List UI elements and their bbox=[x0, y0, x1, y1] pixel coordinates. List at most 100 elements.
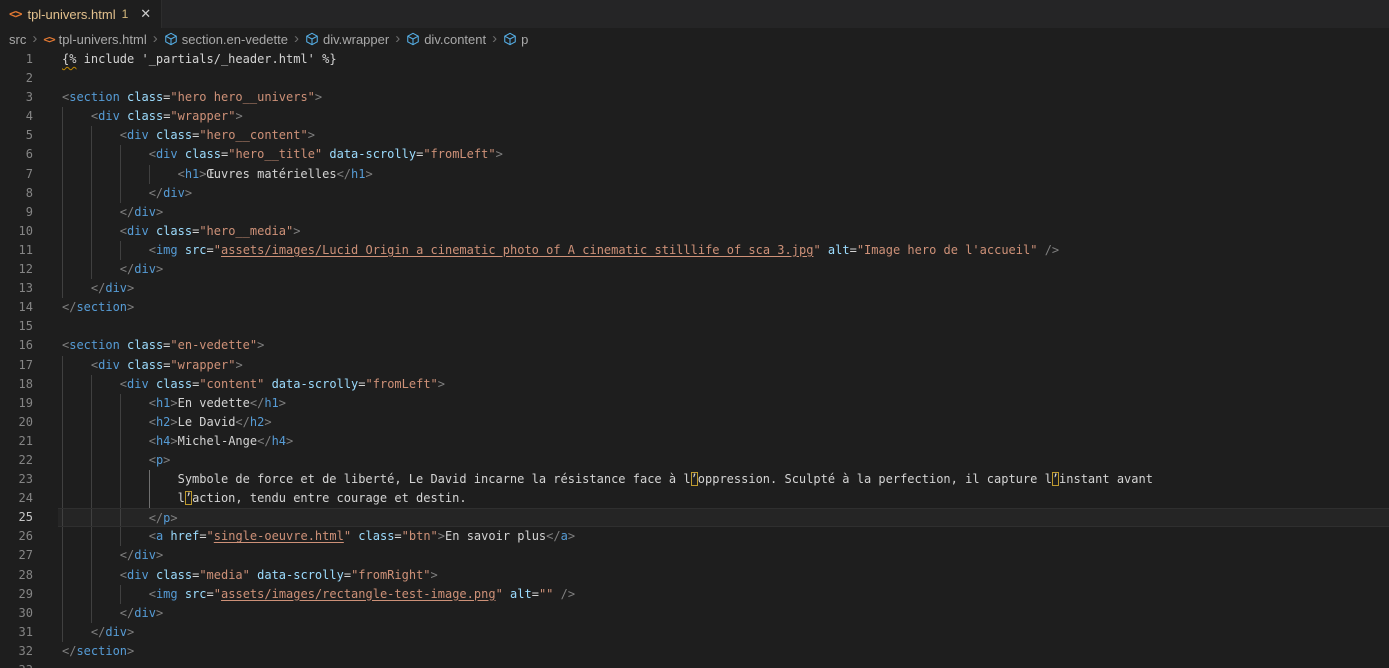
breadcrumb-item-tpl-univers-html[interactable]: <>tpl-univers.html bbox=[43, 32, 146, 47]
line-number[interactable]: 22 bbox=[0, 451, 33, 470]
line-content[interactable]: <h1>Œuvres matérielles</h1> bbox=[58, 165, 1389, 184]
line-content[interactable]: </p> bbox=[58, 508, 1389, 527]
line-number[interactable]: 1 bbox=[0, 50, 33, 69]
line-content[interactable]: <div class="wrapper"> bbox=[58, 356, 1389, 375]
line-content[interactable]: <a href="single-oeuvre.html" class="btn"… bbox=[58, 527, 1389, 546]
code-line-5[interactable]: 5 <div class="hero__content"> bbox=[0, 126, 1389, 145]
line-number[interactable]: 29 bbox=[0, 585, 33, 604]
line-number[interactable]: 8 bbox=[0, 184, 33, 203]
line-number[interactable]: 5 bbox=[0, 126, 33, 145]
code-line-21[interactable]: 21 <h4>Michel-Ange</h4> bbox=[0, 432, 1389, 451]
line-content[interactable]: </div> bbox=[58, 604, 1389, 623]
line-number[interactable]: 24 bbox=[0, 489, 33, 508]
code-line-27[interactable]: 27 </div> bbox=[0, 546, 1389, 565]
code-line-1[interactable]: 1 {% include '_partials/_header.html' %} bbox=[0, 50, 1389, 69]
breadcrumb-item-section-en-vedette[interactable]: section.en-vedette bbox=[164, 32, 288, 47]
line-number[interactable]: 26 bbox=[0, 527, 33, 546]
line-content[interactable]: <div class="hero__content"> bbox=[58, 126, 1389, 145]
line-number[interactable]: 18 bbox=[0, 375, 33, 394]
code-line-30[interactable]: 30 </div> bbox=[0, 604, 1389, 623]
line-content[interactable]: </div> bbox=[58, 623, 1389, 642]
line-number[interactable]: 17 bbox=[0, 356, 33, 375]
code-editor[interactable]: 1 {% include '_partials/_header.html' %} 2… bbox=[0, 50, 1389, 668]
code-line-26[interactable]: 26 <a href="single-oeuvre.html" class="b… bbox=[0, 527, 1389, 546]
line-content[interactable]: <h1>En vedette</h1> bbox=[58, 394, 1389, 413]
line-content[interactable]: <div class="content" data-scrolly="fromL… bbox=[58, 375, 1389, 394]
line-number[interactable]: 19 bbox=[0, 394, 33, 413]
code-line-31[interactable]: 31 </div> bbox=[0, 623, 1389, 642]
breadcrumb-item-p[interactable]: p bbox=[503, 32, 528, 47]
code-line-17[interactable]: 17 <div class="wrapper"> bbox=[0, 356, 1389, 375]
line-content[interactable]: </div> bbox=[58, 546, 1389, 565]
line-number[interactable]: 12 bbox=[0, 260, 33, 279]
breadcrumb-item-src[interactable]: src bbox=[9, 32, 26, 47]
line-number[interactable]: 13 bbox=[0, 279, 33, 298]
line-number[interactable]: 4 bbox=[0, 107, 33, 126]
line-content[interactable]: <img src="assets/images/rectangle-test-i… bbox=[58, 585, 1389, 604]
line-number[interactable]: 14 bbox=[0, 298, 33, 317]
line-number[interactable]: 32 bbox=[0, 642, 33, 661]
line-content[interactable]: <img src="assets/images/Lucid_Origin_a_c… bbox=[58, 241, 1389, 260]
close-icon[interactable]: ✕ bbox=[140, 6, 151, 22]
line-number[interactable]: 9 bbox=[0, 203, 33, 222]
line-number[interactable]: 11 bbox=[0, 241, 33, 260]
line-number[interactable]: 25 bbox=[0, 508, 33, 527]
line-content[interactable]: </section> bbox=[58, 642, 1389, 661]
code-line-4[interactable]: 4 <div class="wrapper"> bbox=[0, 107, 1389, 126]
code-line-11[interactable]: 11 <img src="assets/images/Lucid_Origin_… bbox=[0, 241, 1389, 260]
line-content[interactable]: l’action, tendu entre courage et destin. bbox=[58, 489, 1389, 508]
code-line-28[interactable]: 28 <div class="media" data-scrolly="from… bbox=[0, 566, 1389, 585]
line-number[interactable]: 16 bbox=[0, 336, 33, 355]
line-number[interactable]: 20 bbox=[0, 413, 33, 432]
line-content[interactable]: <div class="hero__title" data-scrolly="f… bbox=[58, 145, 1389, 164]
code-line-18[interactable]: 18 <div class="content" data-scrolly="fr… bbox=[0, 375, 1389, 394]
code-line-12[interactable]: 12 </div> bbox=[0, 260, 1389, 279]
line-content[interactable]: <div class="hero__media"> bbox=[58, 222, 1389, 241]
line-number[interactable]: 28 bbox=[0, 566, 33, 585]
line-content[interactable]: <div class="media" data-scrolly="fromRig… bbox=[58, 566, 1389, 585]
code-line-22[interactable]: 22 <p> bbox=[0, 451, 1389, 470]
code-line-14[interactable]: 14</section> bbox=[0, 298, 1389, 317]
code-line-6[interactable]: 6 <div class="hero__title" data-scrolly=… bbox=[0, 145, 1389, 164]
line-content[interactable]: <div class="wrapper"> bbox=[58, 107, 1389, 126]
line-content[interactable] bbox=[58, 661, 1389, 668]
code-line-19[interactable]: 19 <h1>En vedette</h1> bbox=[0, 394, 1389, 413]
line-number[interactable]: 7 bbox=[0, 165, 33, 184]
line-number[interactable]: 23 bbox=[0, 470, 33, 489]
line-content[interactable]: </div> bbox=[58, 203, 1389, 222]
code-line-3[interactable]: 3 <section class="hero hero__univers"> bbox=[0, 88, 1389, 107]
line-number[interactable]: 30 bbox=[0, 604, 33, 623]
line-content[interactable] bbox=[58, 69, 1389, 88]
code-line-13[interactable]: 13 </div> bbox=[0, 279, 1389, 298]
tab-tpl-univers[interactable]: <> tpl-univers.html 1 ✕ bbox=[0, 0, 162, 28]
line-content[interactable]: {% include '_partials/_header.html' %} bbox=[58, 50, 1389, 69]
code-line-10[interactable]: 10 <div class="hero__media"> bbox=[0, 222, 1389, 241]
code-line-8[interactable]: 8 </div> bbox=[0, 184, 1389, 203]
line-number[interactable]: 31 bbox=[0, 623, 33, 642]
code-line-32[interactable]: 32 </section> bbox=[0, 642, 1389, 661]
line-number[interactable]: 10 bbox=[0, 222, 33, 241]
line-content[interactable] bbox=[58, 317, 1389, 336]
code-line-23[interactable]: 23 Symbole de force et de liberté, Le Da… bbox=[0, 470, 1389, 489]
code-line-20[interactable]: 20 <h2>Le David</h2> bbox=[0, 413, 1389, 432]
code-line-15[interactable]: 15 bbox=[0, 317, 1389, 336]
breadcrumb-item-div-wrapper[interactable]: div.wrapper bbox=[305, 32, 389, 47]
line-number[interactable]: 15 bbox=[0, 317, 33, 336]
code-line-25[interactable]: 25 </p> bbox=[0, 508, 1389, 527]
code-line-2[interactable]: 2 bbox=[0, 69, 1389, 88]
line-number[interactable]: 27 bbox=[0, 546, 33, 565]
code-line-9[interactable]: 9 </div> bbox=[0, 203, 1389, 222]
line-content[interactable]: <section class="en-vedette"> bbox=[58, 336, 1389, 355]
line-content[interactable]: <h2>Le David</h2> bbox=[58, 413, 1389, 432]
line-number[interactable]: 3 bbox=[0, 88, 33, 107]
line-content[interactable]: <h4>Michel-Ange</h4> bbox=[58, 432, 1389, 451]
code-line-24[interactable]: 24 l’action, tendu entre courage et dest… bbox=[0, 489, 1389, 508]
line-content[interactable]: </div> bbox=[58, 260, 1389, 279]
breadcrumb-item-div-content[interactable]: div.content bbox=[406, 32, 486, 47]
line-content[interactable]: </div> bbox=[58, 279, 1389, 298]
code-line-partial[interactable]: 33 bbox=[0, 661, 1389, 668]
code-line-29[interactable]: 29 <img src="assets/images/rectangle-tes… bbox=[0, 585, 1389, 604]
line-content[interactable]: <section class="hero hero__univers"> bbox=[58, 88, 1389, 107]
line-number[interactable]: 2 bbox=[0, 69, 33, 88]
line-number[interactable]: 21 bbox=[0, 432, 33, 451]
